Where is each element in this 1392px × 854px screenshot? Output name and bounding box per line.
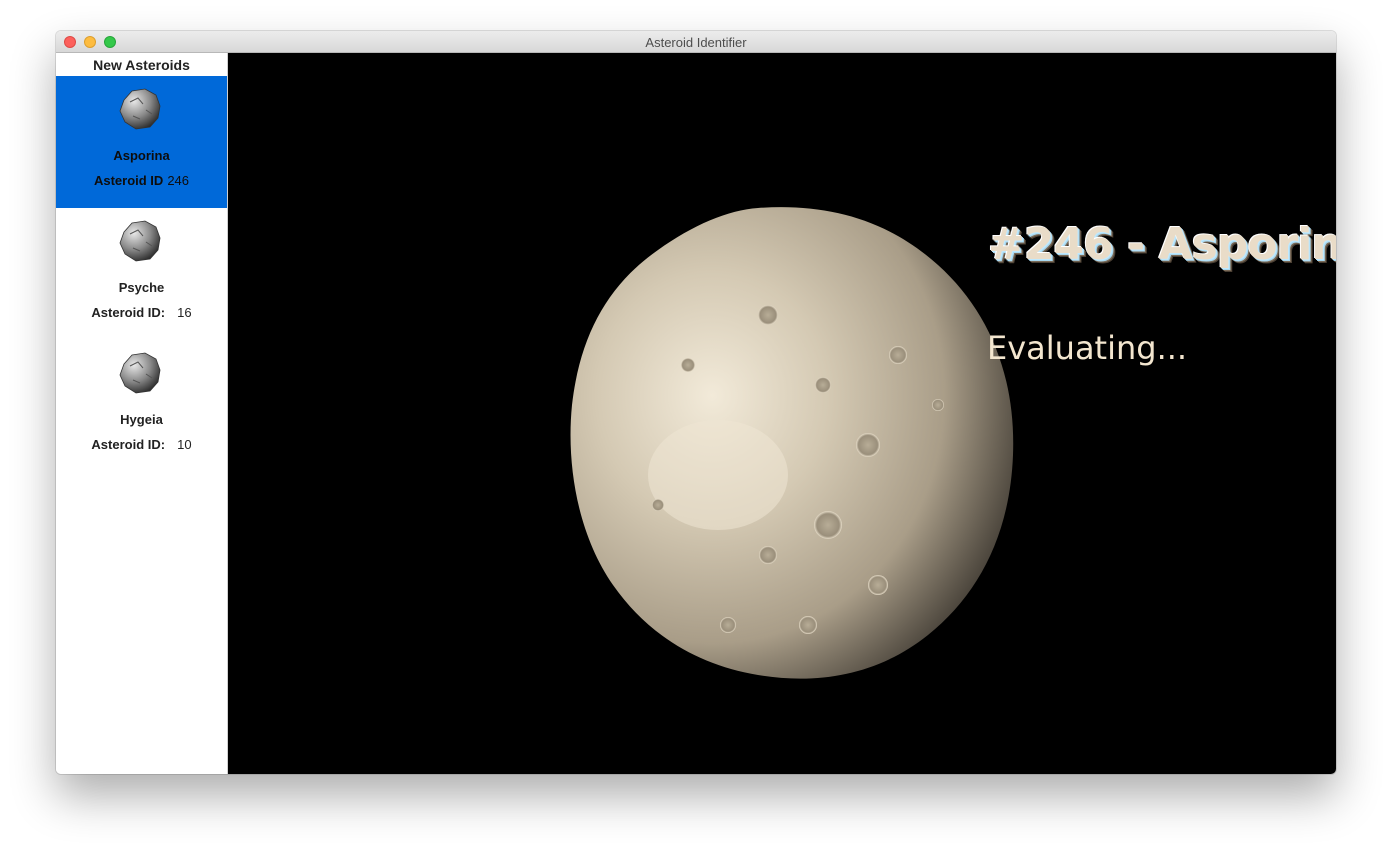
- asteroid-thumbnail-icon: [119, 220, 161, 262]
- asteroid-title-3d-text: #246 - Asporina: [988, 219, 1336, 270]
- asteroid-name: Asporina: [113, 148, 170, 163]
- asteroid-id-row: Asteroid ID: 16: [56, 305, 227, 320]
- asteroid-id-row: Asteroid ID: 10: [56, 437, 227, 452]
- asteroid-id-label: Asteroid ID:: [91, 305, 166, 320]
- title-bar[interactable]: Asteroid Identifier: [56, 31, 1336, 53]
- evaluation-status-text: Evaluating...: [987, 329, 1188, 367]
- asteroid-thumbnail-icon: [119, 352, 161, 394]
- app-window: Asteroid Identifier New Asteroids Aspori…: [56, 31, 1336, 774]
- asteroid-list-item-hygeia[interactable]: Hygeia Asteroid ID: 10: [56, 340, 227, 472]
- asteroid-id-label: Asteroid ID: [93, 173, 164, 188]
- asteroid-list-item-asporina[interactable]: Asporina Asteroid ID 246: [56, 76, 227, 208]
- asteroid-id-row: Asteroid ID 246: [56, 173, 227, 188]
- asteroid-name: Hygeia: [120, 412, 163, 427]
- asteroid-name: Psyche: [118, 280, 165, 295]
- window-title: Asteroid Identifier: [645, 35, 747, 50]
- asteroid-3d-model[interactable]: [568, 205, 1018, 683]
- asteroid-id-label: Asteroid ID:: [91, 437, 166, 452]
- sidebar-header: New Asteroids: [93, 57, 190, 73]
- asteroid-thumbnail-icon: [119, 88, 161, 130]
- asteroid-list-item-psyche[interactable]: Psyche Asteroid ID: 16: [56, 208, 227, 340]
- asteroid-3d-view[interactable]: #246 - Asporina Evaluating...: [228, 53, 1336, 774]
- asteroid-id-value: 16: [177, 305, 192, 320]
- asteroid-id-value: 246: [167, 173, 190, 188]
- asteroid-list-sidebar[interactable]: New Asteroids Asporina Asteroid ID 246 P…: [56, 53, 228, 774]
- asteroid-id-value: 10: [177, 437, 192, 452]
